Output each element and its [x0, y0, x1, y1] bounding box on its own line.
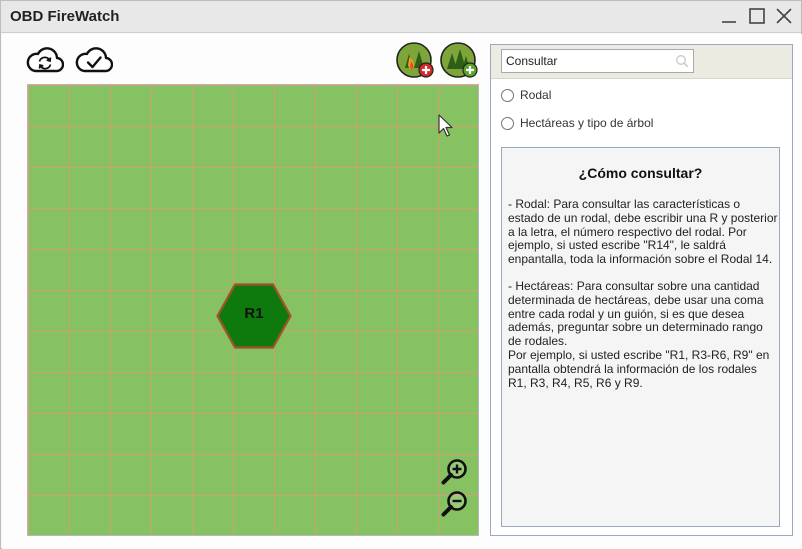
- stand-r1[interactable]: R1: [216, 283, 292, 349]
- add-fire-icon[interactable]: [396, 42, 436, 80]
- search-field[interactable]: [501, 49, 694, 73]
- zoom-out-icon[interactable]: [441, 490, 469, 518]
- main-content: R1 Consultar Rodal Hectáreas y tipo de á…: [2, 34, 802, 549]
- help-title: ¿Cómo consultar?: [578, 165, 703, 181]
- forest-map-grid[interactable]: R1: [27, 84, 479, 536]
- option-label: Rodal: [520, 88, 552, 102]
- radio-button[interactable]: [501, 89, 514, 102]
- stand-label: R1: [244, 305, 264, 322]
- query-panel: Rodal Hectáreas y tipo de árbol ¿Cómo co…: [490, 44, 793, 536]
- cloud-sync-icon[interactable]: [26, 45, 64, 75]
- app-window: OBD FireWatch R1 Consultar Rodal Hectáre…: [0, 0, 802, 549]
- help-text: - Rodal: Para consultar las característi…: [508, 197, 778, 403]
- search-icon[interactable]: [675, 54, 689, 73]
- mouse-pointer-icon: [438, 114, 454, 143]
- zoom-in-icon[interactable]: [441, 458, 469, 486]
- help-box: ¿Cómo consultar? - Rodal: Para consultar…: [501, 147, 780, 527]
- close-icon[interactable]: [773, 5, 795, 27]
- minimize-icon[interactable]: [718, 5, 740, 27]
- option-label: Hectáreas y tipo de árbol: [520, 116, 654, 130]
- help-paragraph-rodal: - Rodal: Para consultar las característi…: [508, 197, 778, 267]
- maximize-icon[interactable]: [746, 5, 768, 27]
- help-paragraph-example: Por ejemplo, si usted escribe "R1, R3-R6…: [508, 347, 770, 390]
- window-title: OBD FireWatch: [10, 8, 120, 25]
- cloud-check-icon[interactable]: [75, 45, 113, 75]
- add-forest-icon[interactable]: [440, 42, 480, 80]
- help-paragraph-hectareas: - Hectáreas: Para consultar sobre una ca…: [508, 278, 764, 349]
- panel-header: [491, 45, 792, 79]
- radio-button[interactable]: [501, 117, 514, 130]
- title-bar[interactable]: OBD FireWatch: [1, 1, 801, 33]
- search-input[interactable]: [502, 50, 672, 72]
